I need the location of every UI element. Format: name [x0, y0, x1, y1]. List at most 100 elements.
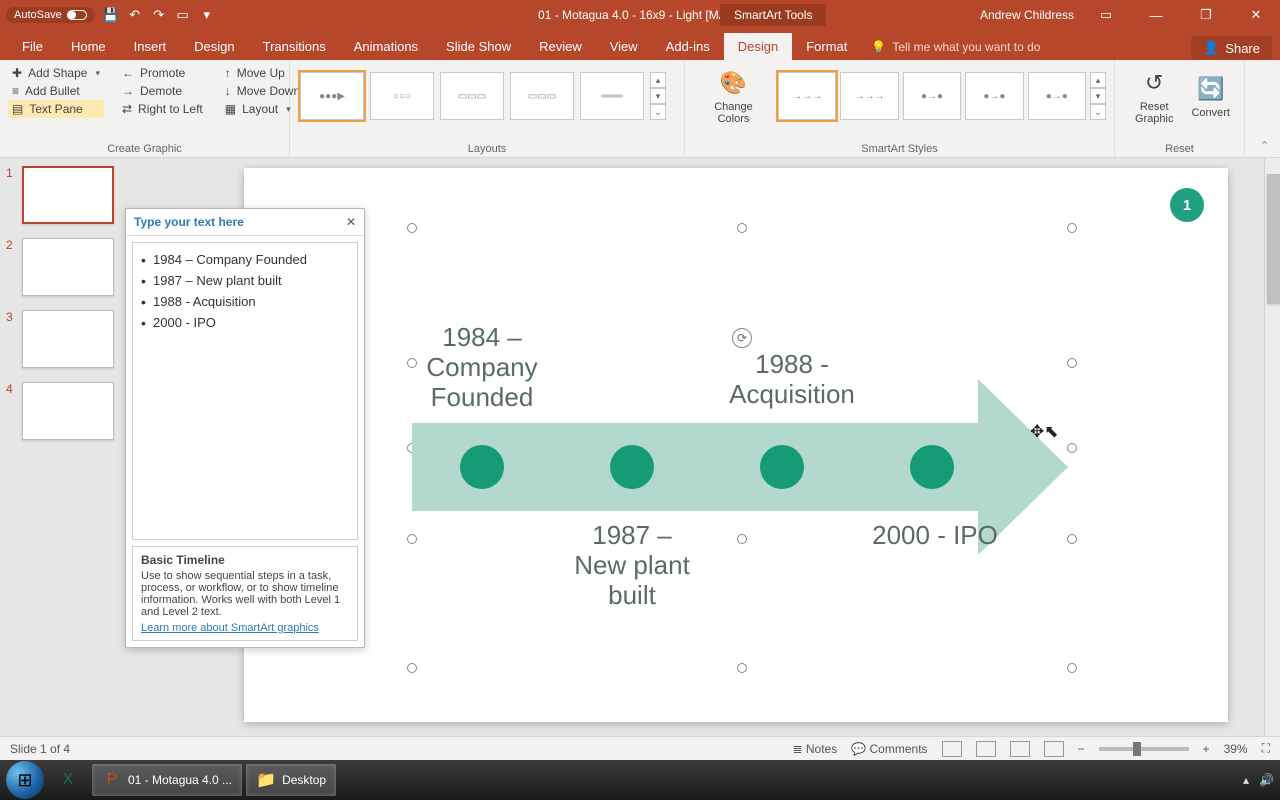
group-styles: SmartArt Styles: [685, 143, 1114, 155]
layout-option[interactable]: ●●●▶: [300, 72, 364, 120]
change-colors-button[interactable]: 🎨 Change Colors: [693, 65, 774, 127]
text-pane-close-icon[interactable]: ✕: [346, 215, 356, 229]
ribbon-options-icon[interactable]: ▭: [1088, 0, 1124, 30]
zoom-in-icon[interactable]: +: [1203, 742, 1210, 756]
tell-me-search[interactable]: 💡 Tell me what you want to do: [861, 34, 1050, 60]
gallery-down-icon[interactable]: ▾: [650, 88, 666, 104]
layout-option[interactable]: ○○○: [370, 72, 434, 120]
timeline-arrow[interactable]: [412, 423, 1072, 511]
folder-icon: 📁: [256, 770, 276, 790]
reset-graphic-button[interactable]: ↺Reset Graphic: [1123, 64, 1185, 128]
style-option[interactable]: →→→: [778, 72, 836, 120]
demote-button[interactable]: → Demote: [118, 82, 207, 100]
learn-more-link[interactable]: Learn more about SmartArt graphics: [141, 622, 319, 634]
reading-view-icon[interactable]: [1010, 741, 1030, 757]
comments-button[interactable]: 💬 Comments: [851, 742, 927, 756]
layout-option[interactable]: ▭▭▭: [440, 72, 504, 120]
slideshow-view-icon[interactable]: [1044, 741, 1064, 757]
layout-option[interactable]: ═══: [580, 72, 644, 120]
timeline-label[interactable]: 2000 - IPO: [860, 521, 1010, 551]
tab-slideshow[interactable]: Slide Show: [432, 33, 525, 60]
style-option[interactable]: ●→●: [903, 72, 961, 120]
qat-more-icon[interactable]: ▾: [199, 7, 215, 23]
gallery-up-icon[interactable]: ▴: [1090, 72, 1106, 88]
tab-transitions[interactable]: Transitions: [249, 33, 340, 60]
tray-volume-icon[interactable]: 🔊: [1259, 773, 1274, 787]
rtl-button[interactable]: ⇄ Right to Left: [118, 100, 207, 118]
tab-addins[interactable]: Add-ins: [652, 33, 724, 60]
normal-view-icon[interactable]: [942, 741, 962, 757]
slide-thumbnail[interactable]: [22, 382, 114, 440]
minimize-icon[interactable]: —: [1138, 0, 1174, 30]
status-bar: Slide 1 of 4 ≣ Notes 💬 Comments − + 39% …: [0, 736, 1280, 760]
slide-thumbnail[interactable]: [22, 238, 114, 296]
close-icon[interactable]: ✕: [1238, 0, 1274, 30]
convert-button[interactable]: 🔄Convert: [1185, 64, 1236, 128]
style-option[interactable]: ●→●: [1028, 72, 1086, 120]
save-icon[interactable]: 💾: [103, 7, 119, 23]
layout-option[interactable]: ▭▭▭: [510, 72, 574, 120]
maximize-icon[interactable]: ❐: [1188, 0, 1224, 30]
undo-icon[interactable]: ↶: [127, 7, 143, 23]
timeline-label[interactable]: 1988 -Acquisition: [712, 350, 872, 410]
text-pane-list[interactable]: 1984 – Company Founded1987 – New plant b…: [132, 242, 358, 540]
gallery-more-icon[interactable]: ⌄: [650, 104, 666, 120]
style-option[interactable]: →→→: [840, 72, 898, 120]
slide-counter: Slide 1 of 4: [10, 742, 70, 756]
tab-review[interactable]: Review: [525, 33, 596, 60]
slide-canvas[interactable]: 1 ⟳ 1984 –CompanyFounde: [244, 168, 1228, 722]
tray-up-icon[interactable]: ▴: [1243, 773, 1249, 787]
notes-button[interactable]: ≣ Notes: [792, 742, 837, 756]
zoom-level[interactable]: 39%: [1224, 742, 1248, 756]
title-bar: AutoSave 💾 ↶ ↷ ▭ ▾ 01 - Motagua 4.0 - 16…: [0, 0, 1280, 30]
tab-view[interactable]: View: [596, 33, 652, 60]
sorter-view-icon[interactable]: [976, 741, 996, 757]
fit-window-icon[interactable]: ⛶: [1262, 741, 1270, 756]
rotate-handle-icon[interactable]: ⟳: [732, 328, 752, 348]
timeline-label[interactable]: 1984 –CompanyFounded: [412, 323, 552, 413]
tab-animations[interactable]: Animations: [340, 33, 432, 60]
task-explorer[interactable]: 📁Desktop: [246, 764, 336, 796]
smartart-frame[interactable]: ⟳ 1984 –CompanyFounded 1988 -Acquisition…: [412, 228, 1072, 668]
zoom-out-icon[interactable]: −: [1078, 742, 1085, 756]
gallery-down-icon[interactable]: ▾: [1090, 88, 1106, 104]
task-excel[interactable]: X: [48, 764, 88, 796]
text-pane-button[interactable]: ▤ Text Pane: [8, 100, 104, 118]
tab-insert[interactable]: Insert: [120, 33, 181, 60]
present-icon[interactable]: ▭: [175, 7, 191, 23]
slide-thumbnail[interactable]: [22, 310, 114, 368]
share-button[interactable]: 👤 Share: [1191, 36, 1272, 60]
tab-home[interactable]: Home: [57, 33, 120, 60]
task-powerpoint[interactable]: P01 - Motagua 4.0 ...: [92, 764, 242, 796]
colors-icon: 🎨: [717, 67, 749, 99]
start-button[interactable]: ⊞: [6, 761, 44, 799]
autosave-toggle[interactable]: AutoSave: [6, 7, 95, 23]
tab-file[interactable]: File: [8, 33, 57, 60]
text-pane-item[interactable]: 1987 – New plant built: [141, 270, 349, 291]
style-option[interactable]: ●→●: [965, 72, 1023, 120]
slide-thumbnail[interactable]: [22, 166, 114, 224]
tab-smartart-design[interactable]: Design: [724, 33, 792, 60]
text-pane-description: Basic Timeline Use to show sequential st…: [132, 546, 358, 641]
vertical-scrollbar[interactable]: [1264, 158, 1280, 760]
redo-icon[interactable]: ↷: [151, 7, 167, 23]
gallery-more-icon[interactable]: ⌄: [1090, 104, 1106, 120]
add-bullet-button[interactable]: ≡ Add Bullet: [8, 82, 104, 100]
thumb-number: 4: [6, 382, 18, 396]
tab-smartart-format[interactable]: Format: [792, 33, 861, 60]
text-pane-item[interactable]: 1988 - Acquisition: [141, 291, 349, 312]
tab-design[interactable]: Design: [180, 33, 248, 60]
timeline-node[interactable]: [910, 445, 954, 489]
zoom-slider[interactable]: [1099, 747, 1189, 751]
promote-button[interactable]: ← Promote: [118, 64, 207, 82]
text-pane-item[interactable]: 1984 – Company Founded: [141, 249, 349, 270]
text-pane-item[interactable]: 2000 - IPO: [141, 312, 349, 333]
gallery-up-icon[interactable]: ▴: [650, 72, 666, 88]
text-pane[interactable]: Type your text here✕ 1984 – Company Foun…: [125, 208, 365, 648]
timeline-node[interactable]: [610, 445, 654, 489]
timeline-node[interactable]: [460, 445, 504, 489]
add-shape-button[interactable]: ✚ Add Shape▾: [8, 64, 104, 82]
timeline-label[interactable]: 1987 –New plantbuilt: [562, 521, 702, 611]
collapse-ribbon-icon[interactable]: ⌃: [1260, 139, 1276, 155]
timeline-node[interactable]: [760, 445, 804, 489]
